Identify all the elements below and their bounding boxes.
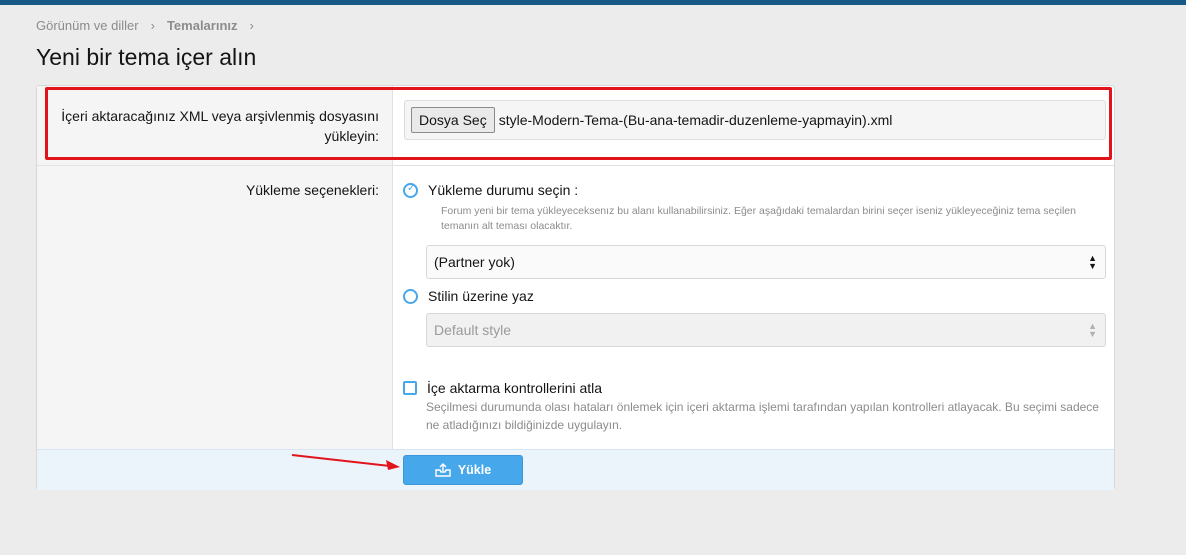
upload-button-label: Yükle — [457, 463, 492, 477]
upload-icon — [435, 463, 451, 477]
radio-unchecked-icon[interactable] — [403, 288, 418, 304]
top-bar — [0, 0, 1186, 5]
breadcrumb-item-appearance[interactable]: Görünüm ve diller — [36, 18, 139, 33]
breadcrumb-item-themes[interactable]: Temalarınız — [167, 18, 238, 33]
import-form: İçeri aktaracağınız XML veya arşivlenmiş… — [36, 85, 1115, 490]
radio-overwrite-style-label: Stilin üzerine yaz — [428, 288, 534, 304]
chevron-right-icon: › — [150, 18, 155, 33]
arrow-annotation — [291, 454, 400, 470]
skip-checks-checkbox[interactable]: İçe aktarma kontrollerini atla — [403, 380, 602, 396]
radio-overwrite-style[interactable]: Stilin üzerine yaz — [403, 288, 534, 304]
parent-theme-select-value: (Partner yok) — [434, 254, 515, 270]
breadcrumb: Görünüm ve diller › Temalarınız › — [36, 18, 266, 33]
select-arrows-icon: ▲ ▼ — [1088, 253, 1097, 271]
overwrite-style-select[interactable]: Default style ▲ ▼ — [426, 313, 1106, 347]
select-arrows-icon: ▲ ▼ — [1088, 321, 1097, 339]
radio-select-parent-hint: Forum yeni bir tema yükleyeceksenız bu a… — [441, 205, 1076, 232]
chevron-right-icon: › — [249, 18, 254, 33]
skip-checks-hint: Seçilmesi durumunda olası hataları önlem… — [426, 400, 1099, 432]
radio-select-parent[interactable]: ✓ Yükleme durumu seçin : — [403, 182, 578, 198]
parent-theme-select[interactable]: (Partner yok) ▲ ▼ — [426, 245, 1106, 279]
overwrite-style-select-value: Default style — [434, 322, 512, 338]
radio-checked-icon[interactable]: ✓ — [403, 182, 418, 198]
skip-checks-label: İçe aktarma kontrollerini atla — [427, 380, 603, 396]
highlight-annotation — [45, 87, 1112, 160]
page-title: Yeni bir tema içer alın — [36, 44, 257, 70]
submit-row: Yükle — [37, 449, 1114, 490]
row-divider — [37, 165, 1114, 166]
checkbox-icon[interactable] — [403, 381, 417, 395]
radio-select-parent-label: Yükleme durumu seçin : — [428, 182, 579, 198]
upload-button[interactable]: Yükle — [403, 455, 523, 485]
upload-options-label: Yükleme seçenekleri: — [245, 182, 379, 198]
